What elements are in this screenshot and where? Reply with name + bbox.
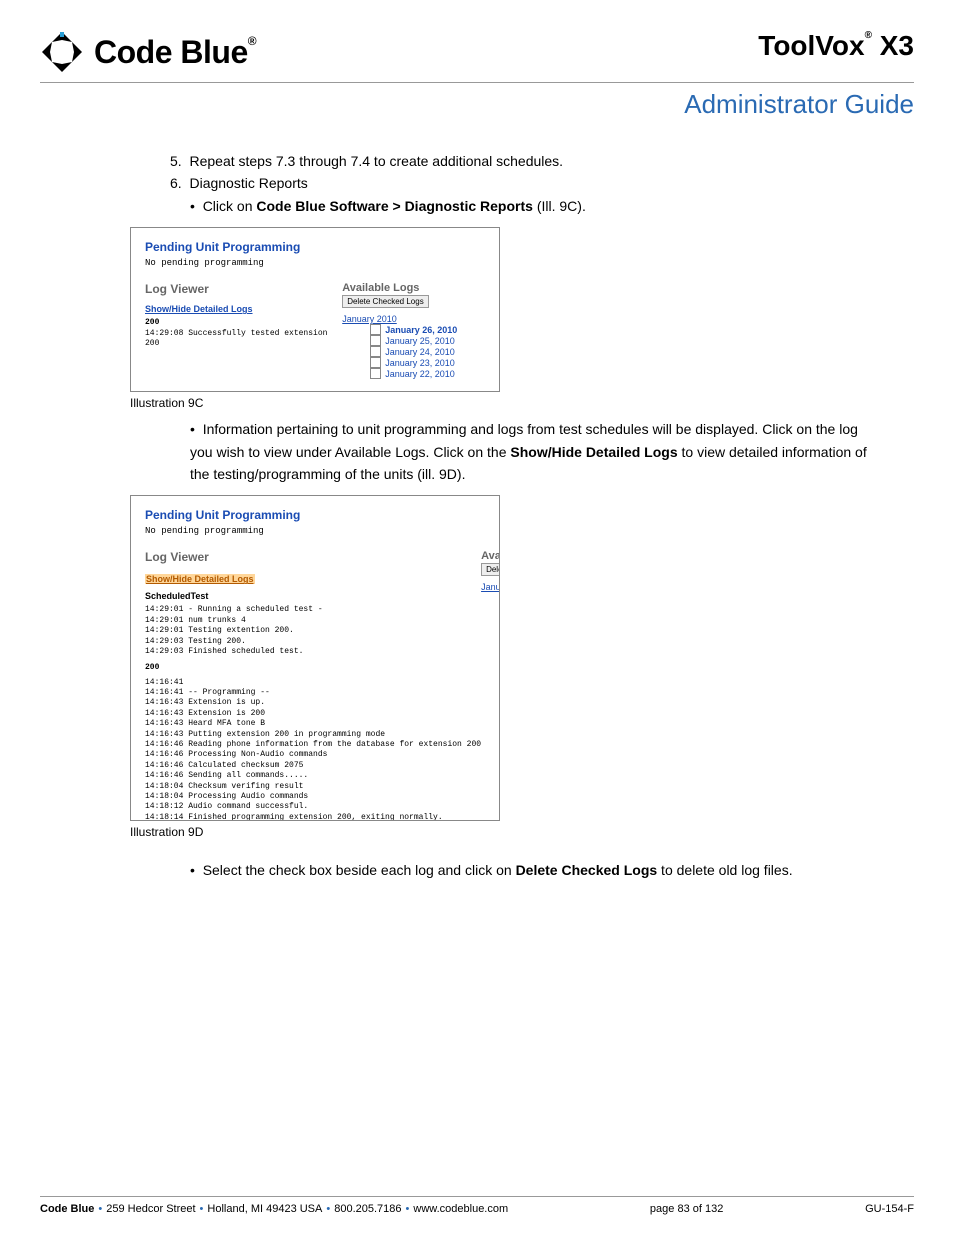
- delete-checked-button[interactable]: Delete Checked Logs: [342, 295, 429, 308]
- log-checkbox[interactable]: [370, 357, 381, 368]
- page-subtitle: Administrator Guide: [40, 89, 914, 120]
- illustration-9d: Pending Unit Programming No pending prog…: [130, 495, 500, 821]
- logo-icon: [40, 30, 84, 74]
- body-content: • Information pertaining to unit program…: [40, 418, 914, 485]
- show-hide-link[interactable]: Show/Hide Detailed Logs: [145, 574, 255, 584]
- body-content: • Select the check box beside each log a…: [40, 859, 914, 881]
- illustration-9c: Pending Unit Programming No pending prog…: [130, 227, 500, 392]
- log-checkbox[interactable]: [370, 346, 381, 357]
- show-hide-link[interactable]: Show/Hide Detailed Logs: [145, 304, 342, 314]
- product-title: ToolVox® X3: [758, 30, 914, 62]
- delete-checked-button[interactable]: Delete Checked Logs: [481, 563, 500, 576]
- log-checkbox[interactable]: [370, 324, 381, 335]
- log-checkbox[interactable]: [370, 335, 381, 346]
- log-checkbox[interactable]: [370, 368, 381, 379]
- brand-text: Code Blue®: [94, 34, 256, 71]
- body-content: 5. Repeat steps 7.3 through 7.4 to creat…: [40, 150, 914, 217]
- caption-9c: Illustration 9C: [130, 396, 914, 410]
- caption-9d: Illustration 9D: [130, 825, 914, 839]
- page-footer: Code Blue•259 Hedcor Street•Holland, MI …: [40, 1196, 914, 1215]
- brand-logo: Code Blue®: [40, 30, 256, 74]
